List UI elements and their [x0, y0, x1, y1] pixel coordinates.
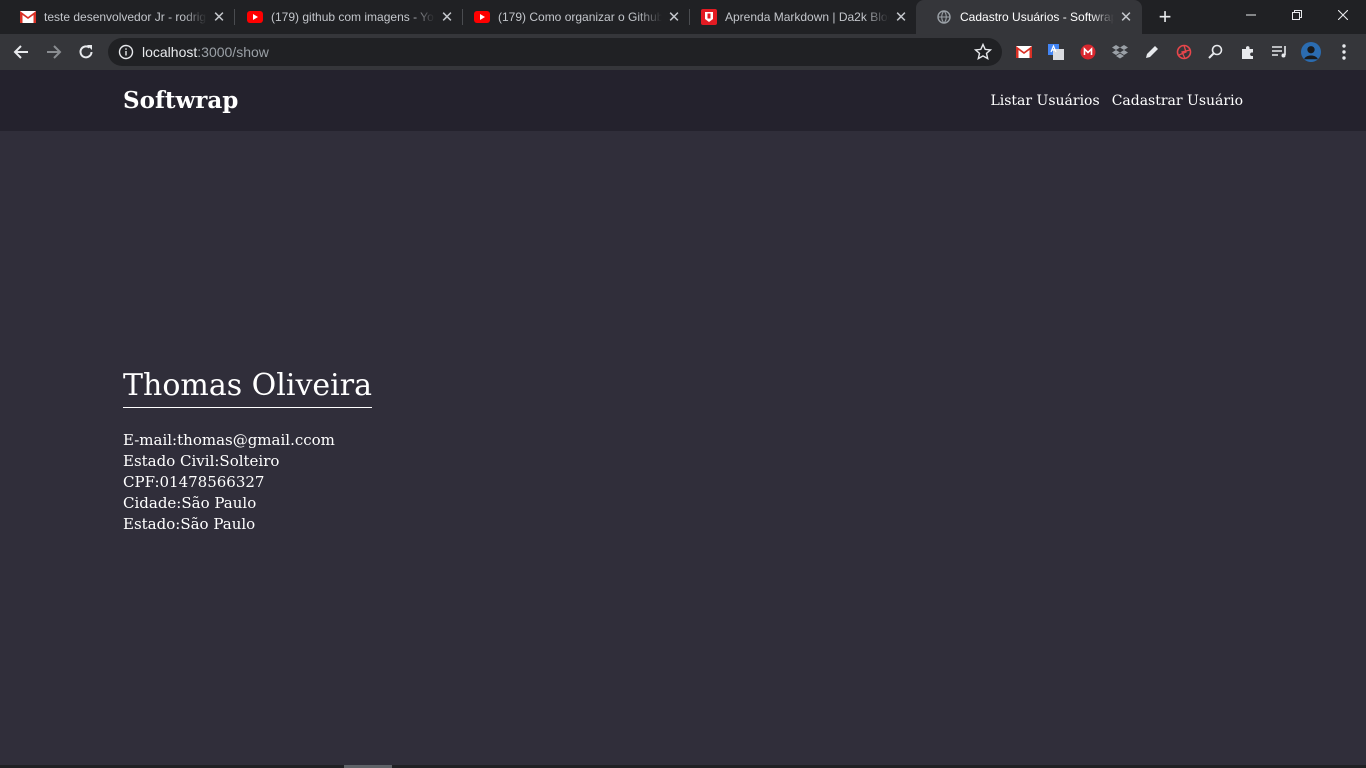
nav-cadastrar-usuario[interactable]: Cadastrar Usuário	[1112, 93, 1243, 109]
detail-label: E-mail:	[123, 431, 178, 449]
restore-button[interactable]	[1274, 0, 1320, 30]
minimize-button[interactable]	[1228, 0, 1274, 30]
detail-state: Estado:São Paulo	[123, 514, 372, 535]
mega-icon	[1080, 44, 1096, 60]
gmail-icon	[20, 9, 36, 25]
tab-markdown-blog[interactable]: Aprenda Markdown | Da2k Blog ✕	[681, 0, 917, 34]
site-nav: Listar Usuários Cadastrar Usuário	[990, 93, 1243, 109]
close-window-button[interactable]	[1320, 0, 1366, 30]
detail-label: CPF:	[123, 473, 160, 491]
tab-title: Aprenda Markdown | Da2k Blog	[725, 10, 889, 24]
puzzle-icon	[1242, 46, 1253, 59]
da2k-icon	[701, 9, 717, 25]
pen-icon	[1146, 46, 1158, 58]
spiral-icon	[1176, 44, 1192, 60]
tab-title: (179) Como organizar o Github	[498, 10, 662, 24]
detail-value: Solteiro	[219, 452, 280, 470]
close-icon	[1338, 10, 1348, 20]
reload-icon	[79, 45, 93, 59]
mega-extension[interactable]	[1078, 42, 1098, 62]
tab-title: Cadastro Usuários - Softwrap	[960, 10, 1114, 24]
url-host: localhost	[142, 44, 198, 60]
tab-youtube-organize-github[interactable]: (179) Como organizar o Github ✕	[454, 0, 690, 34]
detail-value: 01478566327	[159, 473, 265, 491]
dropbox-extension[interactable]	[1110, 42, 1130, 62]
url-text[interactable]: localhost:3000/show	[142, 44, 269, 60]
detail-label: Estado Civil:	[123, 452, 220, 470]
arrow-right-icon	[47, 45, 62, 59]
user-details: E-mail:thomas@gmail.ccom Estado Civil:So…	[123, 430, 372, 535]
detail-value: São Paulo	[181, 494, 257, 512]
tab-youtube-github-images[interactable]: (179) github com imagens - YouTube ✕	[227, 0, 463, 34]
youtube-icon	[474, 9, 490, 25]
tab-title: teste desenvolvedor Jr - rodrigo	[44, 10, 207, 24]
tab-active-cadastro[interactable]: Cadastro Usuários - Softwrap ✕	[916, 0, 1142, 34]
media-control-button[interactable]	[1270, 42, 1290, 62]
info-icon[interactable]	[118, 44, 134, 60]
detail-marital-status: Estado Civil:Solteiro	[123, 451, 372, 472]
detail-value: São Paulo	[180, 515, 256, 533]
user-name-heading: Thomas Oliveira	[123, 366, 372, 408]
forward-button[interactable]	[40, 38, 68, 66]
user-profile: Thomas Oliveira E-mail:thomas@gmail.ccom…	[123, 366, 372, 535]
gmail-checker-extension[interactable]	[1014, 42, 1034, 62]
avatar-icon	[1301, 42, 1321, 62]
detail-cpf: CPF:01478566327	[123, 472, 372, 493]
magnifier-icon	[1208, 44, 1223, 59]
arrow-left-icon	[13, 45, 28, 59]
chrome-menu-button[interactable]	[1334, 42, 1354, 62]
restore-icon	[1292, 10, 1302, 20]
dropbox-icon	[1112, 45, 1128, 59]
translate-icon	[1048, 44, 1064, 60]
close-icon[interactable]: ✕	[666, 8, 682, 26]
reload-button[interactable]	[72, 38, 100, 66]
tab-gmail[interactable]: teste desenvolvedor Jr - rodrigo ✕	[0, 0, 235, 34]
youtube-icon	[247, 9, 263, 25]
brand-logo-link[interactable]: Softwrap	[123, 87, 238, 114]
tab-title: (179) github com imagens - YouTube	[271, 10, 435, 24]
detail-email: E-mail:thomas@gmail.ccom	[123, 430, 372, 451]
new-tab-button[interactable]: +	[1155, 6, 1175, 28]
minimize-icon	[1246, 14, 1256, 16]
detail-label: Estado:	[123, 515, 181, 533]
browser-toolbar: localhost:3000/show 5543	[0, 34, 1366, 100]
close-icon[interactable]: ✕	[893, 8, 909, 26]
url-path: :3000/show	[197, 44, 269, 60]
back-button[interactable]	[7, 38, 35, 66]
detail-value: thomas@gmail.ccom	[177, 431, 335, 449]
playlist-icon	[1272, 46, 1286, 58]
close-icon[interactable]: ✕	[211, 8, 227, 26]
bookmark-star-icon[interactable]	[974, 43, 992, 61]
pen-extension[interactable]	[1142, 42, 1162, 62]
gmail-icon	[1016, 46, 1032, 58]
profile-avatar[interactable]	[1301, 42, 1321, 62]
detail-label: Cidade:	[123, 494, 182, 512]
globe-icon	[936, 9, 952, 25]
translate-extension[interactable]	[1046, 42, 1066, 62]
nav-listar-usuarios[interactable]: Listar Usuários	[990, 93, 1099, 109]
close-icon[interactable]: ✕	[1118, 8, 1134, 26]
close-icon[interactable]: ✕	[439, 8, 455, 26]
more-vert-icon	[1342, 44, 1346, 60]
spiral-extension[interactable]	[1174, 42, 1194, 62]
site-header: Softwrap Listar Usuários Cadastrar Usuár…	[0, 70, 1366, 131]
address-bar[interactable]: localhost:3000/show	[108, 38, 1002, 66]
detail-city: Cidade:São Paulo	[123, 493, 372, 514]
extensions-button[interactable]	[1238, 42, 1258, 62]
tab-strip: teste desenvolvedor Jr - rodrigo ✕ (179)…	[0, 0, 1366, 34]
spy-extension[interactable]	[1206, 42, 1226, 62]
